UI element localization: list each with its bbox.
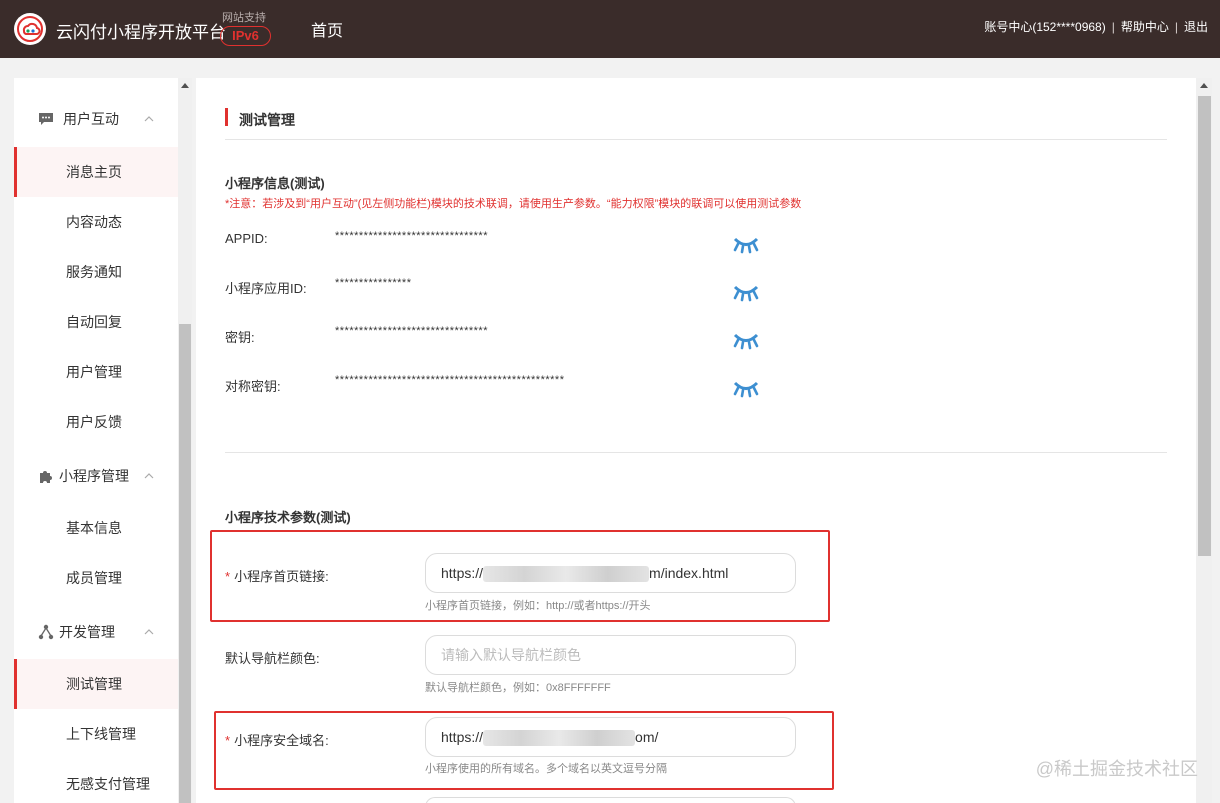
divider [225, 139, 1167, 140]
chevron-up-icon [144, 116, 154, 122]
ipv6-tip: 网站支持 [222, 12, 266, 24]
eye-closed-icon[interactable] [733, 236, 759, 254]
next-field-input[interactable] [425, 797, 796, 803]
sidebar-group-user-interaction[interactable]: 用户互动 [14, 94, 178, 144]
brand-logo-icon[interactable] [14, 13, 46, 45]
sidebar-item-auto-reply[interactable]: 自动回复 [14, 297, 178, 347]
info-value-appid: ******************************** [335, 230, 488, 242]
info-label-secret: 密钥: [225, 330, 255, 345]
puzzle-icon [40, 471, 52, 483]
eye-closed-icon[interactable] [733, 332, 759, 350]
sidebar-group-label: 用户互动 [63, 111, 119, 127]
field-hint-navbar-color: 默认导航栏颜色，例如：0x8FFFFFFF [425, 682, 611, 694]
info-label-app-id: 小程序应用ID: [225, 281, 307, 296]
sidebar-item-online-offline[interactable]: 上下线管理 [14, 709, 178, 759]
chat-icon [39, 113, 53, 125]
divider [225, 452, 1167, 453]
info-value-symmetric-key: ****************************************… [335, 374, 565, 386]
highlight-box-homepage [210, 530, 830, 622]
network-icon [38, 624, 54, 640]
sidebar-group-dev-management[interactable]: 开发管理 [14, 607, 178, 657]
sidebar-item-service-notice[interactable]: 服务通知 [14, 247, 178, 297]
scroll-up-arrow-icon[interactable] [1200, 83, 1208, 88]
header-separator: | [1174, 19, 1178, 34]
header-links: 账号中心(152****0968) | 帮助中心 | 退出 [984, 18, 1208, 35]
account-center-link[interactable]: 账号中心(152****0968) [984, 18, 1105, 35]
page-title: 测试管理 [239, 112, 295, 128]
info-label-symmetric-key: 对称密钥: [225, 379, 281, 394]
highlight-box-safe-domain [214, 711, 834, 790]
sidebar-item-message-home[interactable]: 消息主页 [14, 147, 178, 197]
brand-name[interactable]: 云闪付小程序开放平台 [56, 18, 226, 43]
sidebar-item-test-management[interactable]: 测试管理 [14, 659, 178, 709]
watermark: @稀土掘金技术社区 [1035, 759, 1198, 779]
info-value-secret: ******************************** [335, 325, 488, 337]
field-label-navbar-color: 默认导航栏颜色: [225, 651, 320, 666]
top-header: 云闪付小程序开放平台 网站支持 IPv6 首页 账号中心(152****0968… [0, 0, 1220, 58]
help-center-link[interactable]: 帮助中心 [1121, 18, 1169, 35]
main-content: 测试管理 小程序信息(测试) *注意：若涉及到“用户互动”(见左侧功能栏)模块的… [196, 78, 1196, 803]
sidebar-item-member-management[interactable]: 成员管理 [14, 553, 178, 603]
notice-text: *注意：若涉及到“用户互动”(见左侧功能栏)模块的技术联调，请使用生产参数。“能… [225, 198, 802, 210]
sidebar-group-label: 开发管理 [59, 624, 115, 640]
sidebar-item-seamless-payment[interactable]: 无感支付管理 [14, 759, 178, 803]
nav-home-link[interactable]: 首页 [311, 17, 343, 41]
sidebar-scrollbar-thumb[interactable] [179, 324, 191, 803]
navbar-color-input[interactable]: 请输入默认导航栏颜色 [425, 635, 796, 675]
scroll-up-arrow-icon[interactable] [181, 83, 189, 88]
sidebar-item-content-feed[interactable]: 内容动态 [14, 197, 178, 247]
section-title-miniapp-info: 小程序信息(测试) [225, 176, 325, 191]
info-label-appid: APPID: [225, 231, 268, 246]
sidebar-group-label: 小程序管理 [59, 468, 129, 484]
eye-closed-icon[interactable] [733, 284, 759, 302]
title-accent-bar [225, 108, 228, 126]
sidebar-item-basic-info[interactable]: 基本信息 [14, 503, 178, 553]
chevron-up-icon [144, 629, 154, 635]
sidebar-item-user-feedback[interactable]: 用户反馈 [14, 397, 178, 447]
sidebar-item-user-management[interactable]: 用户管理 [14, 347, 178, 397]
sidebar-group-miniapp-management[interactable]: 小程序管理 [14, 451, 178, 501]
chevron-up-icon [144, 473, 154, 479]
sidebar: 用户互动 消息主页 内容动态 服务通知 自动回复 用户管理 用户反馈 小程序管理… [14, 78, 178, 803]
main-scrollbar-thumb[interactable] [1198, 96, 1211, 556]
ipv6-badge: IPv6 [220, 26, 271, 46]
eye-closed-icon[interactable] [733, 380, 759, 398]
section-title-tech-params: 小程序技术参数(测试) [225, 510, 351, 525]
info-value-app-id: **************** [335, 277, 412, 289]
header-separator: | [1111, 19, 1115, 34]
logout-link[interactable]: 退出 [1184, 18, 1208, 35]
